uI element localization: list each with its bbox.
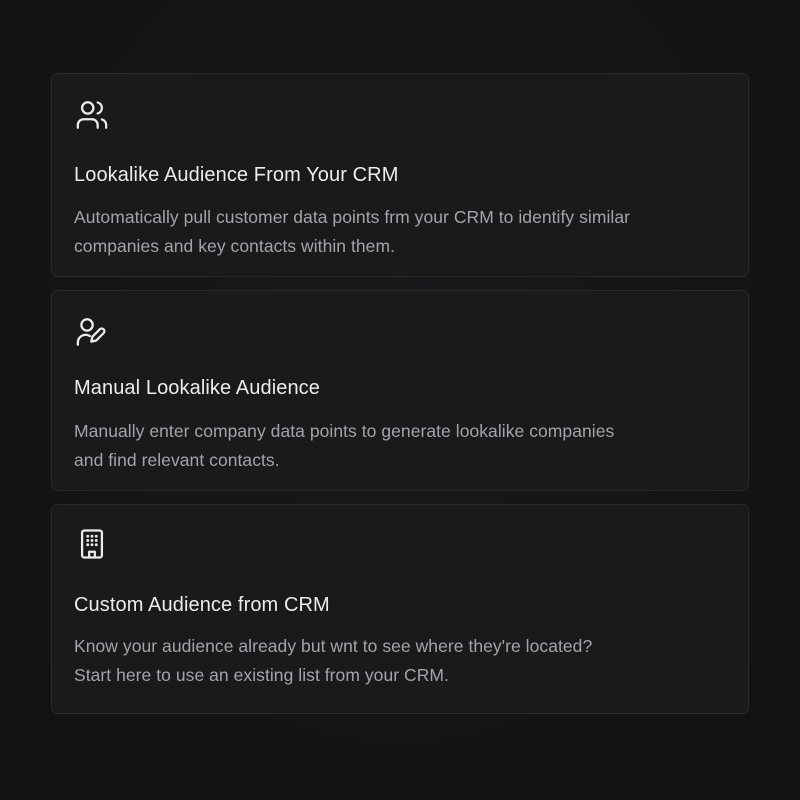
audience-option-title: Lookalike Audience From Your CRM <box>74 164 399 186</box>
description-line: companies and key contacts within them. <box>74 236 395 256</box>
user-pen-icon <box>76 318 106 346</box>
audience-option-description: Know your audience already but wnt to se… <box>74 632 718 690</box>
building-icon <box>80 529 104 559</box>
audience-option-custom-crm[interactable]: Custom Audience from CRM Know your audie… <box>51 504 749 714</box>
audience-option-title: Custom Audience from CRM <box>74 594 330 616</box>
page: Lookalike Audience From Your CRM Automat… <box>0 0 800 800</box>
users-icon <box>76 101 108 129</box>
audience-option-title: Manual Lookalike Audience <box>74 377 321 399</box>
audience-option-description: Automatically pull customer data points … <box>74 203 718 261</box>
audience-option-lookalike-crm[interactable]: Lookalike Audience From Your CRM Automat… <box>51 73 749 277</box>
description-line: Start here to use an existing list from … <box>74 665 449 685</box>
audience-option-description: Manually enter company data points to ge… <box>74 417 718 475</box>
description-line: Automatically pull customer data points … <box>74 207 631 227</box>
audience-option-list: Lookalike Audience From Your CRM Automat… <box>51 73 749 727</box>
description-line: Manually enter company data points to ge… <box>74 421 615 441</box>
description-line: and find relevant contacts. <box>74 450 280 470</box>
description-line: Know your audience already but wnt to se… <box>74 636 593 656</box>
audience-option-manual-lookalike[interactable]: Manual Lookalike Audience Manually enter… <box>51 290 749 491</box>
